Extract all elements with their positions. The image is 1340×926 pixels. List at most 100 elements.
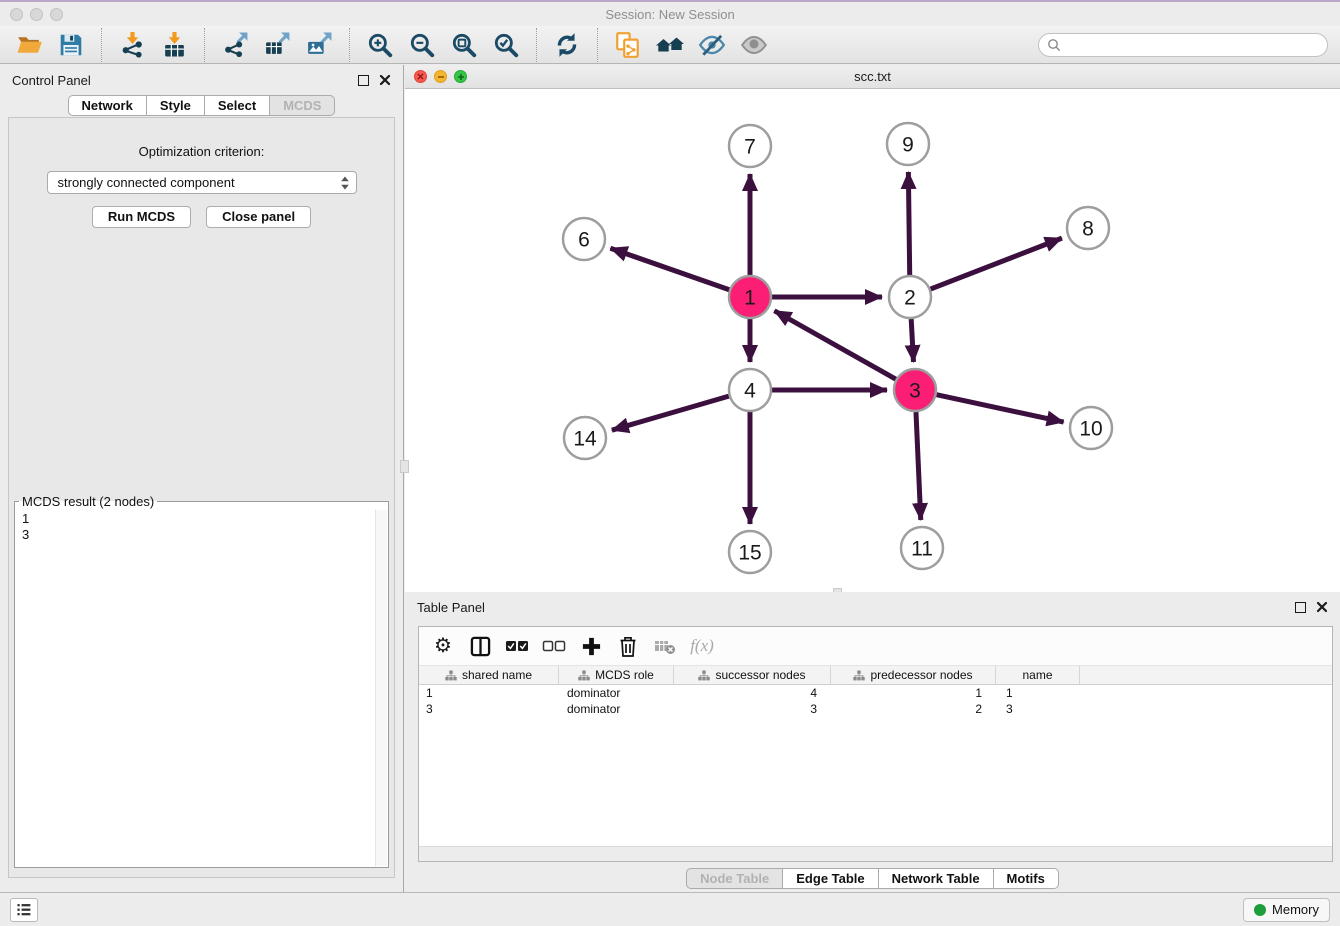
- toolbar-separator: [349, 28, 350, 62]
- close-panel-button[interactable]: Close panel: [206, 206, 311, 228]
- zoom-in-icon[interactable]: [365, 30, 395, 60]
- mcds-result-title: MCDS result (2 nodes): [19, 494, 157, 509]
- zoom-out-icon[interactable]: [407, 30, 437, 60]
- select-all-icon[interactable]: [503, 632, 531, 660]
- show-columns-icon[interactable]: [466, 632, 494, 660]
- graph-node-15[interactable]: 15: [729, 531, 771, 573]
- tab-node-table[interactable]: Node Table: [686, 868, 783, 889]
- import-network-icon[interactable]: [117, 30, 147, 60]
- save-session-icon[interactable]: [56, 30, 86, 60]
- graph-node-8[interactable]: 8: [1067, 207, 1109, 249]
- column-header-mcds-role[interactable]: MCDS role: [559, 666, 674, 684]
- graph-edge-2-9[interactable]: [908, 172, 909, 275]
- zoom-fit-icon[interactable]: [449, 30, 479, 60]
- tab-motifs[interactable]: Motifs: [994, 868, 1059, 889]
- graph-node-14[interactable]: 14: [564, 417, 606, 459]
- dropdown-stepper-icon: [340, 176, 350, 190]
- column-header-shared-name[interactable]: shared name: [419, 666, 559, 684]
- mcds-result-item[interactable]: 3: [22, 527, 381, 543]
- graph-node-3[interactable]: 3: [894, 369, 936, 411]
- graph-node-1[interactable]: 1: [729, 276, 771, 318]
- graph-node-4[interactable]: 4: [729, 369, 771, 411]
- search-input[interactable]: [1067, 38, 1319, 53]
- tree-icon: [445, 670, 457, 681]
- copy-style-icon[interactable]: [613, 30, 643, 60]
- graph-edge-2-3[interactable]: [911, 319, 913, 362]
- refresh-icon[interactable]: [552, 30, 582, 60]
- search-icon: [1047, 38, 1061, 52]
- run-mcds-button[interactable]: Run MCDS: [92, 206, 191, 228]
- memory-label: Memory: [1272, 902, 1319, 917]
- column-header-successor-nodes[interactable]: successor nodes: [674, 666, 831, 684]
- network-canvas[interactable]: 7 9 6 8 1 2 4 3 14 10 15 11: [405, 89, 1340, 592]
- cell-name: 3: [996, 702, 1080, 716]
- tab-network[interactable]: Network: [68, 95, 147, 116]
- zoom-selected-icon[interactable]: [491, 30, 521, 60]
- graph-edge-2-8[interactable]: [931, 238, 1062, 289]
- graph-node-7[interactable]: 7: [729, 125, 771, 167]
- network-view-window: scc.txt 7 9 6 8 1 2 4 3 14 10 15 11: [405, 65, 1340, 592]
- add-column-plus-icon[interactable]: [577, 632, 605, 660]
- graph-node-9[interactable]: 9: [887, 123, 929, 165]
- delete-column-trash-icon[interactable]: [614, 632, 642, 660]
- tree-icon: [853, 670, 865, 681]
- mcds-result-item[interactable]: 1: [22, 511, 381, 527]
- network-window-titlebar[interactable]: scc.txt: [405, 65, 1340, 89]
- memory-button[interactable]: Memory: [1243, 898, 1330, 922]
- graph-node-2[interactable]: 2: [889, 276, 931, 318]
- network-graph[interactable]: 7 9 6 8 1 2 4 3 14 10 15 11: [405, 89, 1340, 592]
- column-label: MCDS role: [595, 668, 654, 682]
- graph-edge-4-14[interactable]: [612, 396, 729, 430]
- toolbar-separator: [536, 28, 537, 62]
- graph-edge-3-11[interactable]: [916, 412, 921, 520]
- column-header-name[interactable]: name: [996, 666, 1080, 684]
- export-image-icon[interactable]: [304, 30, 334, 60]
- close-panel-icon[interactable]: [379, 74, 391, 86]
- search-field[interactable]: [1038, 33, 1328, 57]
- tab-mcds[interactable]: MCDS: [270, 95, 335, 116]
- vertical-split-handle[interactable]: [400, 460, 409, 473]
- tree-icon: [698, 670, 710, 681]
- cell-successor-nodes: 3: [674, 702, 831, 716]
- deselect-all-icon[interactable]: [540, 632, 568, 660]
- list-icon: [16, 902, 32, 917]
- tab-network-table[interactable]: Network Table: [879, 868, 994, 889]
- float-panel-icon[interactable]: [358, 75, 369, 86]
- mcds-result-list[interactable]: 1 3: [15, 509, 388, 545]
- toolbar-separator: [101, 28, 102, 62]
- tab-style[interactable]: Style: [147, 95, 205, 116]
- table-row[interactable]: 3 dominator 3 2 3: [419, 701, 1332, 717]
- float-table-panel-icon[interactable]: [1295, 602, 1306, 613]
- export-network-icon[interactable]: [220, 30, 250, 60]
- cell-mcds-role: dominator: [559, 702, 674, 716]
- control-panel-tabs: Network Style Select MCDS: [0, 95, 403, 116]
- show-hide-graphics-details-icon[interactable]: [697, 30, 727, 60]
- result-scrollbar[interactable]: [375, 510, 387, 866]
- import-table-icon[interactable]: [159, 30, 189, 60]
- table-settings-gear-icon[interactable]: ⚙: [429, 632, 457, 660]
- table-scroll-strip[interactable]: [419, 846, 1332, 861]
- open-session-icon[interactable]: [14, 30, 44, 60]
- graph-edge-3-1[interactable]: [774, 311, 895, 379]
- task-history-button[interactable]: [10, 898, 38, 922]
- svg-text:2: 2: [904, 287, 916, 310]
- graph-node-11[interactable]: 11: [901, 527, 943, 569]
- tab-edge-table[interactable]: Edge Table: [783, 868, 878, 889]
- app-titlebar: Session: New Session: [0, 2, 1340, 26]
- cell-shared-name: 3: [419, 702, 559, 716]
- column-header-predecessor-nodes[interactable]: predecessor nodes: [831, 666, 996, 684]
- graph-edge-3-10[interactable]: [937, 395, 1064, 422]
- toolbar-separator: [597, 28, 598, 62]
- graph-node-6[interactable]: 6: [563, 218, 605, 260]
- criterion-dropdown[interactable]: strongly connected component: [47, 171, 357, 194]
- export-table-icon[interactable]: [262, 30, 292, 60]
- svg-text:9: 9: [902, 134, 914, 157]
- graph-edge-1-6[interactable]: [610, 248, 729, 290]
- column-label: successor nodes: [715, 668, 805, 682]
- graph-node-10[interactable]: 10: [1070, 407, 1112, 449]
- show-hide-annotations-icon[interactable]: [739, 30, 769, 60]
- table-row[interactable]: 1 dominator 4 1 1: [419, 685, 1332, 701]
- close-table-panel-icon[interactable]: [1316, 601, 1328, 613]
- layout-houses-icon[interactable]: [655, 30, 685, 60]
- tab-select[interactable]: Select: [205, 95, 270, 116]
